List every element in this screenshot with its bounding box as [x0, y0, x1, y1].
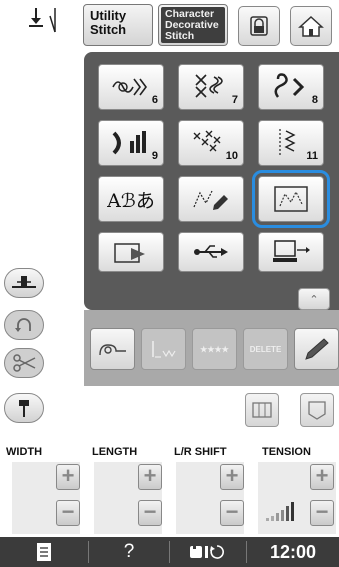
- lr-shift-label: L/R SHIFT: [174, 446, 227, 458]
- top-bar: Utility Stitch Character Decorative Stit…: [0, 0, 339, 54]
- double-chevron-up-icon: ⌃: [309, 293, 319, 306]
- wireless-status-button[interactable]: [170, 537, 246, 567]
- manual-button[interactable]: [245, 393, 279, 427]
- pocket-recall-icon: [114, 243, 145, 263]
- presser-foot-icon: [12, 276, 36, 288]
- delete-label: DELETE: [249, 344, 282, 354]
- width-minus-button[interactable]: −: [56, 500, 80, 526]
- pattern-category-10-button[interactable]: 10: [178, 120, 244, 166]
- thread-loop-icon: [98, 344, 126, 356]
- font-sample-text: Aℬあ: [107, 189, 155, 212]
- pattern-category-number: 11: [306, 150, 318, 162]
- help-button[interactable]: ?: [89, 537, 169, 567]
- presser-foot-button[interactable]: [4, 268, 44, 298]
- lr-shift-adjuster: + −: [176, 462, 244, 534]
- pattern-category-number: 7: [231, 94, 238, 106]
- pencil-edit-button[interactable]: [294, 328, 339, 370]
- document-icon: [37, 543, 51, 561]
- pattern-category-9-button[interactable]: 9: [98, 120, 164, 166]
- thread-cutter-button[interactable]: [4, 348, 44, 378]
- pattern-category-6-button[interactable]: 6: [98, 64, 164, 110]
- tension-minus-button[interactable]: −: [310, 500, 334, 526]
- pattern-selection-panel: 6 7 8 9 10 11 Aℬあ ⌃: [84, 52, 339, 310]
- operation-guide-button[interactable]: [0, 537, 88, 567]
- utility-stitch-label: Utility Stitch: [90, 8, 127, 37]
- width-label: WIDTH: [6, 446, 43, 458]
- clock-display: 12:00: [247, 537, 339, 567]
- tension-label: TENSION: [262, 446, 311, 458]
- character-decorative-stitch-tab[interactable]: Character Decorative Stitch: [158, 4, 228, 46]
- pattern-category-number: 6: [151, 94, 158, 106]
- width-plus-button[interactable]: +: [56, 464, 80, 490]
- lock-icon: [250, 16, 268, 36]
- saved-stitch-icon: [274, 186, 308, 212]
- width-adjuster: + −: [12, 462, 80, 534]
- computer-usb-icon: [273, 240, 310, 262]
- home-icon: [298, 15, 324, 37]
- tension-plus-button[interactable]: +: [310, 464, 334, 490]
- home-button[interactable]: [290, 6, 332, 46]
- thread-cutting-button[interactable]: [90, 328, 135, 370]
- reverse-stitch-icon: [15, 318, 31, 332]
- scroll-pattern-icon: [274, 73, 305, 98]
- pocket-button[interactable]: [300, 393, 334, 427]
- book-icon: [252, 402, 272, 418]
- bottom-bar: ? 12:00: [0, 537, 339, 567]
- pencil-icon: [304, 338, 329, 360]
- reverse-stitch-button[interactable]: [4, 310, 44, 340]
- load-from-usb-button[interactable]: [178, 232, 244, 272]
- pocket-icon: [308, 401, 326, 420]
- my-custom-stitch-button[interactable]: [178, 176, 244, 222]
- lr-shift-plus-button[interactable]: +: [220, 464, 244, 490]
- satin-pattern-icon: [112, 131, 146, 155]
- pattern-category-11-button[interactable]: 11: [258, 120, 324, 166]
- length-minus-button[interactable]: −: [138, 500, 162, 526]
- pattern-category-number: 9: [151, 150, 158, 162]
- memory-button[interactable]: ★★★★: [192, 328, 237, 370]
- pattern-category-number: 8: [311, 94, 318, 106]
- needle-mode-icon: [16, 6, 72, 46]
- time-label: 12:00: [269, 541, 317, 562]
- help-label: ?: [123, 541, 135, 562]
- edit-toolbar: ★★★★ DELETE: [84, 310, 339, 386]
- pattern-edit-icon: [151, 341, 176, 358]
- floral-pattern-icon: [112, 78, 147, 96]
- machine-sync-icon: [190, 543, 224, 559]
- pattern-category-8-button[interactable]: 8: [258, 64, 324, 110]
- scissors-icon: [13, 354, 36, 372]
- usb-icon: [194, 245, 228, 258]
- screen-lock-button[interactable]: [238, 6, 280, 46]
- tension-level-icon: [266, 502, 294, 521]
- lr-shift-minus-button[interactable]: −: [220, 500, 244, 526]
- load-from-computer-button[interactable]: [258, 232, 324, 272]
- length-adjuster: + −: [94, 462, 162, 534]
- stars-label: ★★★★: [200, 344, 229, 354]
- edit-pattern-button[interactable]: [141, 328, 186, 370]
- delete-button[interactable]: DELETE: [243, 328, 288, 370]
- character-font-button[interactable]: Aℬあ: [98, 176, 164, 222]
- utility-stitch-tab[interactable]: Utility Stitch: [83, 4, 153, 46]
- character-decorative-label: Character Decorative Stitch: [161, 7, 225, 43]
- needle-position-button[interactable]: [4, 393, 44, 423]
- saved-stitch-button[interactable]: [252, 170, 330, 228]
- load-from-machine-button[interactable]: [98, 232, 164, 272]
- tension-adjuster: + −: [258, 462, 336, 534]
- cross-stitch-pattern-icon: [195, 74, 223, 98]
- pattern-category-7-button[interactable]: 7: [178, 64, 244, 110]
- custom-stitch-pencil-icon: [193, 190, 228, 210]
- length-label: LENGTH: [92, 446, 138, 458]
- scroll-up-button[interactable]: ⌃: [298, 288, 330, 310]
- length-plus-button[interactable]: +: [138, 464, 162, 490]
- pattern-category-number: 10: [225, 150, 238, 162]
- needle-position-icon: [19, 400, 29, 417]
